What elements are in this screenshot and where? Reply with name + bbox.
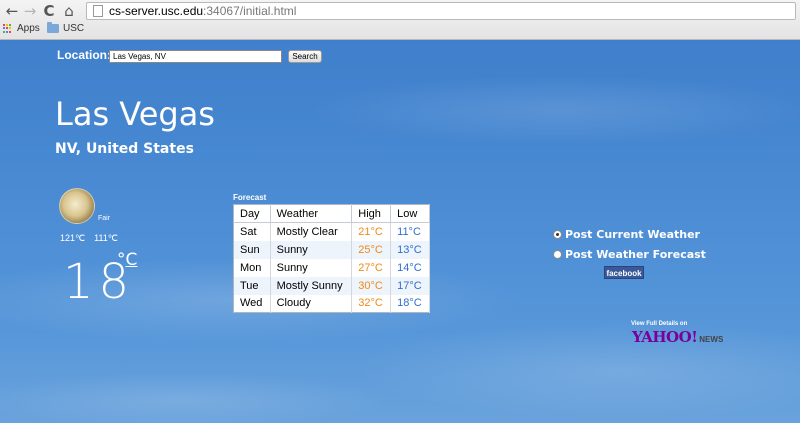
- high-cell: 30°C: [351, 276, 392, 295]
- radio-button[interactable]: [553, 230, 562, 239]
- low-cell: 11°C: [390, 222, 430, 241]
- post-weather-forecast-option[interactable]: Post Weather Forecast: [553, 248, 706, 261]
- day-cell: Tue: [233, 276, 271, 295]
- low-cell: 14°C: [390, 258, 430, 277]
- column-header: Day: [233, 204, 271, 223]
- location-label: Location:: [57, 48, 111, 62]
- bookmark-apps[interactable]: Apps: [3, 23, 40, 34]
- radio-label: Post Current Weather: [565, 228, 700, 241]
- celsius-unit[interactable]: C: [126, 250, 138, 270]
- table-row: Mon Sunny 27°C 14°C: [233, 258, 430, 277]
- weather-cell: Sunny: [270, 240, 353, 259]
- forward-icon[interactable]: →: [21, 2, 39, 20]
- radio-label: Post Weather Forecast: [565, 248, 706, 261]
- yahoo-news-logo[interactable]: YAHOO! NEWS: [632, 328, 723, 346]
- city-name: Las Vegas: [55, 95, 215, 133]
- low-cell: 13°C: [390, 240, 430, 259]
- page-icon: [93, 5, 103, 17]
- search-button[interactable]: Search: [288, 50, 322, 63]
- table-row: Sun Sunny 25°C 13°C: [233, 240, 430, 259]
- weather-cell: Sunny: [270, 258, 353, 277]
- reload-icon[interactable]: C: [40, 2, 58, 20]
- weather-condition-icon: [59, 188, 95, 224]
- facebook-button[interactable]: facebook: [604, 266, 644, 279]
- high-cell: 21°C: [351, 222, 392, 241]
- day-cell: Sun: [233, 240, 271, 259]
- high-temp: 121℃: [60, 233, 86, 243]
- day-cell: Mon: [233, 258, 271, 277]
- forecast-table: Day Weather High Low Sat Mostly Clear 21…: [233, 204, 430, 313]
- bookmarks-bar: Apps USC: [0, 22, 800, 39]
- low-cell: 18°C: [390, 294, 430, 313]
- column-header: Low: [390, 204, 430, 223]
- bookmark-label: Apps: [17, 23, 40, 34]
- home-icon[interactable]: ⌂: [60, 2, 78, 20]
- temperature-unit: °C: [117, 250, 138, 270]
- day-cell: Sat: [233, 222, 271, 241]
- table-header-row: Day Weather High Low: [233, 204, 430, 223]
- weather-page: Location: Search Las Vegas NV, United St…: [0, 40, 800, 423]
- back-icon[interactable]: ←: [3, 2, 21, 20]
- high-cell: 32°C: [351, 294, 392, 313]
- radio-button[interactable]: [553, 250, 562, 259]
- apps-grid-icon: [3, 23, 13, 34]
- condition-text: Fair: [98, 215, 111, 222]
- browser-chrome: ← → C ⌂ cs-server.usc.edu:34067/initial.…: [0, 0, 800, 40]
- weather-cell: Mostly Clear: [270, 222, 353, 241]
- post-current-weather-option[interactable]: Post Current Weather: [553, 228, 700, 241]
- high-low: 121℃ 111℃: [60, 233, 127, 244]
- column-header: Weather: [270, 204, 353, 223]
- bookmark-label: USC: [63, 23, 85, 34]
- view-full-details-text[interactable]: View Full Details on: [631, 321, 687, 327]
- folder-icon: [47, 22, 59, 33]
- bookmark-usc[interactable]: USC: [47, 22, 85, 34]
- address-bar[interactable]: cs-server.usc.edu:34067/initial.html: [86, 2, 796, 20]
- low-temp: 111℃: [94, 233, 118, 243]
- table-row: Tue Mostly Sunny 30°C 17°C: [233, 276, 430, 295]
- region-name: NV, United States: [55, 141, 194, 157]
- location-input[interactable]: [109, 50, 282, 63]
- low-cell: 17°C: [390, 276, 430, 295]
- column-header: High: [351, 204, 392, 223]
- forecast-title: Forecast: [233, 193, 267, 202]
- high-cell: 27°C: [351, 258, 392, 277]
- weather-cell: Cloudy: [270, 294, 353, 313]
- url-text: cs-server.usc.edu:34067/initial.html: [109, 4, 297, 18]
- high-cell: 25°C: [351, 240, 392, 259]
- weather-cell: Mostly Sunny: [270, 276, 353, 295]
- day-cell: Wed: [233, 294, 271, 313]
- table-row: Wed Cloudy 32°C 18°C: [233, 294, 430, 313]
- table-row: Sat Mostly Clear 21°C 11°C: [233, 222, 430, 241]
